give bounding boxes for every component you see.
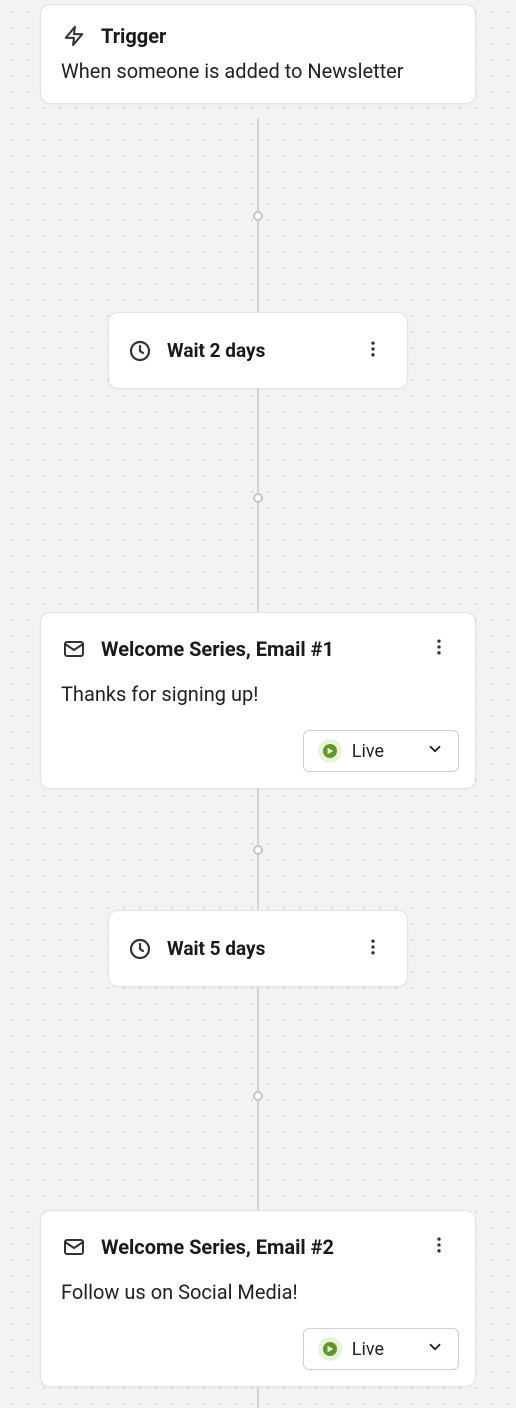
email-step-card[interactable]: Welcome Series, Email #1 Thanks for sign… bbox=[40, 612, 476, 789]
connector-add-node[interactable] bbox=[253, 211, 263, 221]
status-indicator-icon bbox=[318, 1337, 342, 1361]
email-subject: Follow us on Social Media! bbox=[41, 1274, 475, 1328]
email-subject: Thanks for signing up! bbox=[41, 676, 475, 730]
more-vertical-icon bbox=[363, 339, 383, 362]
trigger-card[interactable]: Trigger When someone is added to Newslet… bbox=[40, 4, 476, 104]
email-status-select[interactable]: Live bbox=[303, 1328, 459, 1370]
trigger-description: When someone is added to Newsletter bbox=[41, 59, 475, 103]
clock-icon bbox=[127, 338, 153, 364]
connector-add-node[interactable] bbox=[253, 493, 263, 503]
email-status-select[interactable]: Live bbox=[303, 730, 459, 772]
chevron-down-icon bbox=[426, 740, 444, 763]
connector-line bbox=[257, 1386, 259, 1408]
wait-label: Wait 2 days bbox=[167, 339, 343, 362]
automation-canvas[interactable]: Trigger When someone is added to Newslet… bbox=[0, 0, 516, 1408]
email-status-label: Live bbox=[352, 741, 384, 762]
wait-step-card[interactable]: Wait 2 days bbox=[108, 312, 408, 389]
step-more-button[interactable] bbox=[357, 931, 389, 966]
clock-icon bbox=[127, 936, 153, 962]
chevron-down-icon bbox=[426, 1338, 444, 1361]
step-more-button[interactable] bbox=[423, 631, 455, 666]
bolt-icon bbox=[61, 23, 87, 49]
step-more-button[interactable] bbox=[423, 1229, 455, 1264]
email-status-label: Live bbox=[352, 1339, 384, 1360]
email-title: Welcome Series, Email #2 bbox=[101, 1235, 334, 1259]
mail-icon bbox=[61, 1234, 87, 1260]
status-indicator-icon bbox=[318, 739, 342, 763]
wait-label: Wait 5 days bbox=[167, 937, 343, 960]
more-vertical-icon bbox=[429, 637, 449, 660]
mail-icon bbox=[61, 636, 87, 662]
email-step-card[interactable]: Welcome Series, Email #2 Follow us on So… bbox=[40, 1210, 476, 1387]
more-vertical-icon bbox=[363, 937, 383, 960]
more-vertical-icon bbox=[429, 1235, 449, 1258]
step-more-button[interactable] bbox=[357, 333, 389, 368]
connector-add-node[interactable] bbox=[253, 1091, 263, 1101]
wait-step-card[interactable]: Wait 5 days bbox=[108, 910, 408, 987]
email-title: Welcome Series, Email #1 bbox=[101, 637, 334, 661]
connector-add-node[interactable] bbox=[253, 845, 263, 855]
trigger-title: Trigger bbox=[101, 24, 166, 48]
